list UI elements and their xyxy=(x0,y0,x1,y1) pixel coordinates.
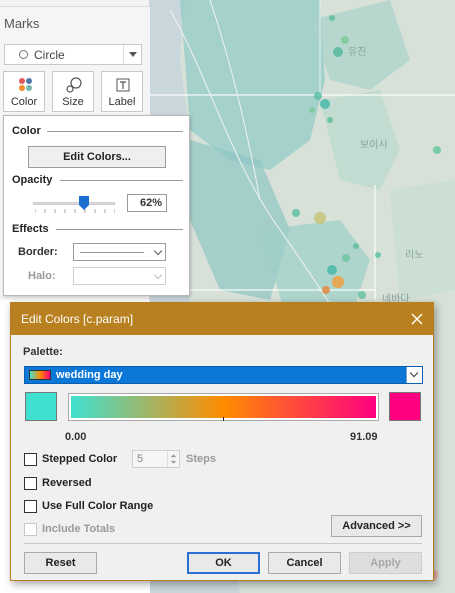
ok-button[interactable]: OK xyxy=(187,552,260,574)
section-divider xyxy=(60,180,183,181)
map-label: 유진 xyxy=(348,46,366,58)
opacity-value-field[interactable]: 62% xyxy=(127,194,167,212)
reversed-checkbox[interactable] xyxy=(24,477,37,490)
edit-colors-dialog: Edit Colors [c.param] Palette: wedding d… xyxy=(10,302,434,581)
end-color-swatch[interactable] xyxy=(389,392,421,421)
chevron-down-icon xyxy=(153,270,163,280)
steps-input[interactable]: 5 xyxy=(132,450,180,468)
chevron-down-icon[interactable] xyxy=(123,45,141,64)
section-divider xyxy=(56,229,183,230)
steps-label: Steps xyxy=(186,453,216,465)
size-shelf-button[interactable]: Size xyxy=(52,71,94,112)
opacity-ticks xyxy=(35,209,115,213)
reversed-label: Reversed xyxy=(42,477,92,489)
start-color-swatch[interactable] xyxy=(25,392,57,421)
circle-icon xyxy=(19,50,28,59)
include-totals-checkbox[interactable] xyxy=(24,523,37,536)
steps-value: 5 xyxy=(137,453,144,465)
opacity-section-title: Opacity xyxy=(12,174,53,186)
dialog-title-bar[interactable]: Edit Colors [c.param] xyxy=(11,303,433,335)
color-section-title: Color xyxy=(12,125,41,137)
stepped-color-label: Stepped Color xyxy=(42,453,118,465)
full-color-range-checkbox[interactable] xyxy=(24,500,37,513)
halo-dropdown[interactable] xyxy=(73,267,166,285)
range-min-value: 0.00 xyxy=(65,431,87,443)
edit-colors-button[interactable]: Edit Colors... xyxy=(28,146,166,168)
label-shelf-text: Label xyxy=(108,96,136,108)
marks-title: Marks xyxy=(4,16,40,31)
border-label: Border: xyxy=(18,246,58,258)
center-tick xyxy=(223,417,224,421)
chevron-down-icon xyxy=(153,246,163,256)
apply-button[interactable]: Apply xyxy=(349,552,422,574)
close-icon[interactable] xyxy=(401,303,433,335)
spinner-icon[interactable] xyxy=(167,451,179,467)
palette-name: wedding day xyxy=(56,369,123,381)
color-shelf-button[interactable]: Color xyxy=(3,71,45,112)
range-max-value: 91.09 xyxy=(350,431,378,443)
halo-label: Halo: xyxy=(28,270,56,282)
section-divider xyxy=(47,131,183,132)
opacity-slider-track[interactable] xyxy=(33,202,115,205)
stepped-color-checkbox[interactable] xyxy=(24,453,37,466)
palette-dropdown[interactable]: wedding day xyxy=(24,366,423,384)
border-dropdown[interactable] xyxy=(73,243,166,261)
palette-label: Palette: xyxy=(23,346,63,358)
gradient-fill xyxy=(71,396,376,418)
size-icon xyxy=(66,77,82,93)
cancel-button[interactable]: Cancel xyxy=(268,552,341,574)
text-label-icon xyxy=(116,78,130,92)
mark-type-label: Circle xyxy=(34,47,65,62)
advanced-button[interactable]: Advanced >> xyxy=(331,515,422,537)
dialog-title: Edit Colors [c.param] xyxy=(21,312,134,326)
dialog-divider xyxy=(24,543,422,544)
effects-section-title: Effects xyxy=(12,223,49,235)
full-color-range-label: Use Full Color Range xyxy=(42,500,154,512)
map-label: 보이시 xyxy=(360,139,388,151)
opacity-slider-thumb[interactable] xyxy=(78,196,89,210)
reset-button[interactable]: Reset xyxy=(24,552,97,574)
color-gradient-bar xyxy=(68,393,379,421)
include-totals-label: Include Totals xyxy=(42,523,116,535)
color-shelf-label: Color xyxy=(10,96,38,108)
size-shelf-label: Size xyxy=(62,96,84,108)
chevron-down-icon[interactable] xyxy=(406,367,422,383)
border-line-preview xyxy=(80,252,144,253)
color-dots-icon xyxy=(19,78,32,91)
palette-swatch xyxy=(29,370,51,380)
label-shelf-button[interactable]: Label xyxy=(101,71,143,112)
map-label: 리노 xyxy=(405,249,423,261)
color-popover: Color Edit Colors... Opacity 62% Effects… xyxy=(3,115,190,296)
mark-type-dropdown[interactable]: Circle xyxy=(4,44,142,65)
